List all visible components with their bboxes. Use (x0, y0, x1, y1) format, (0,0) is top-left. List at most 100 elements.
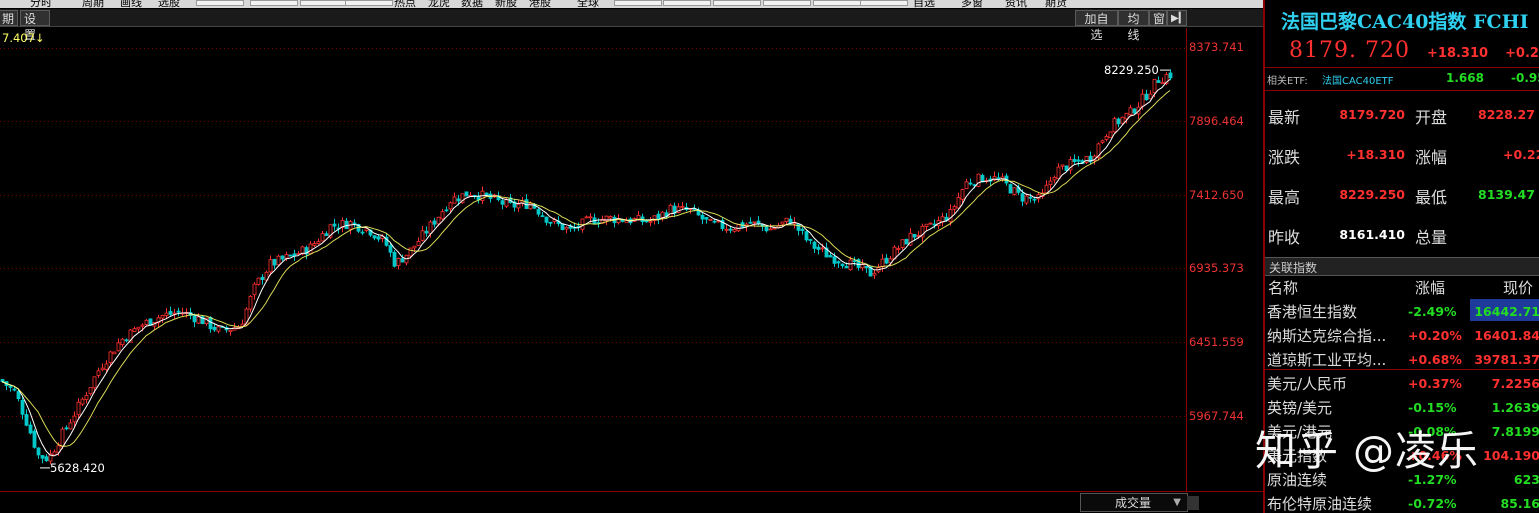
candle-body (608, 216, 613, 219)
candle-body (100, 367, 105, 371)
moving-average-button[interactable]: 均线 (1118, 10, 1149, 42)
candle-body (484, 192, 489, 196)
column-header-price[interactable]: 现价 (1503, 277, 1533, 298)
menu-item[interactable]: 资讯 (1005, 0, 1027, 8)
menu-item[interactable]: 热点 (394, 0, 416, 8)
candle-body (928, 222, 933, 225)
price-axis-label: 7412.650 (1189, 188, 1244, 202)
candle-body (120, 338, 125, 346)
column-header-pct[interactable]: 涨幅 (1415, 277, 1445, 298)
candle-body (272, 259, 277, 266)
menu-button[interactable] (860, 0, 908, 6)
menu-item[interactable]: 港股 (529, 0, 551, 8)
menu-item[interactable]: 多窗 (961, 0, 983, 8)
menu-item[interactable]: 期货 (1045, 0, 1067, 8)
menu-button[interactable] (614, 0, 662, 6)
menu-item[interactable]: 自选 (913, 0, 935, 8)
open-value: 8228.27 (1478, 107, 1535, 122)
candle-body (308, 243, 313, 255)
candle-body (332, 223, 337, 227)
menu-item[interactable]: 选股 (158, 0, 180, 8)
candle-body (1056, 166, 1061, 179)
candle-body (104, 363, 109, 370)
candle-body (800, 228, 805, 231)
candle-body (772, 227, 777, 230)
related-name[interactable]: 纳斯达克综合指... (1267, 325, 1407, 346)
candle-body (564, 226, 569, 230)
candle-body (216, 326, 221, 332)
candle-body (836, 261, 841, 264)
candle-body (952, 206, 957, 210)
related-price: 623 (1513, 472, 1539, 487)
candle-body (900, 239, 905, 248)
candle-body (880, 258, 885, 268)
divider (1265, 369, 1539, 370)
indicator-select[interactable]: 成交量 ▼ (1080, 493, 1188, 512)
candle-body (736, 224, 741, 232)
candle-body (72, 415, 77, 423)
related-change-percent: +0.20% (1408, 328, 1462, 343)
candle-body (112, 351, 117, 355)
candle-body (176, 310, 181, 313)
candle-body (712, 220, 717, 223)
candle-body (516, 203, 521, 209)
menu-item[interactable]: 龙虎 (428, 0, 450, 8)
related-name[interactable]: 英镑/美元 (1267, 397, 1407, 418)
menu-item[interactable]: 数据 (461, 0, 483, 8)
moving-average-line (1, 90, 1171, 447)
menu-button[interactable] (663, 0, 711, 6)
period-tab[interactable]: 期 (0, 10, 18, 26)
related-price: 104.190 (1483, 448, 1539, 463)
candlestick-chart[interactable]: 8229.250 5628.420 7.407↓ (0, 28, 1187, 491)
menu-item[interactable]: 新股 (495, 0, 517, 8)
candle-body (1048, 180, 1053, 186)
menu-button[interactable] (345, 0, 393, 6)
candle-body (16, 391, 21, 400)
candle-body (784, 217, 789, 223)
candle-body (20, 399, 25, 415)
related-change-percent: +0.68% (1408, 352, 1462, 367)
candle-body (584, 216, 589, 219)
menu-item[interactable]: 画线 (120, 0, 142, 8)
candle-body (96, 370, 101, 376)
menu-button[interactable] (300, 0, 348, 6)
candle-body (812, 241, 817, 249)
menu-button[interactable] (713, 0, 761, 6)
candle-body (136, 326, 141, 330)
candle-body (540, 215, 545, 218)
candle-body (132, 328, 137, 332)
related-name[interactable]: 美元/人民币 (1267, 373, 1407, 394)
open-label: 开盘 (1415, 108, 1448, 127)
related-name[interactable]: 布伦特原油连续 (1267, 493, 1407, 513)
menu-item[interactable]: 分时 (30, 0, 52, 8)
candle-body (832, 256, 837, 264)
column-header-name[interactable]: 名称 (1268, 277, 1298, 298)
etf-change: -0.95% (1511, 71, 1539, 85)
etf-link[interactable]: 法国CAC40ETF (1322, 72, 1394, 87)
menu-button[interactable] (813, 0, 861, 6)
related-name[interactable]: 道琼斯工业平均... (1267, 349, 1407, 370)
chart-toolbar: 期 设置 加自选 均线 窗 ▶▎ (0, 9, 1263, 42)
price-axis-label: 5967.744 (1189, 409, 1244, 423)
candle-body (116, 342, 121, 352)
candle-body (768, 228, 773, 231)
prev-close-label: 昨收 (1268, 228, 1301, 247)
menu-item[interactable]: 全球 (577, 0, 599, 8)
menu-button[interactable] (250, 0, 298, 6)
candle-body (804, 231, 809, 241)
add-watchlist-button[interactable]: 加自选 (1075, 10, 1118, 42)
settings-tab[interactable]: 设置 (20, 10, 50, 42)
candle-body (320, 233, 325, 242)
window-button[interactable]: 窗 (1149, 10, 1167, 26)
candle-body (84, 395, 89, 400)
candle-body (60, 428, 65, 447)
candle-body (968, 182, 973, 185)
menu-item[interactable]: 周期 (82, 0, 104, 8)
menu-button[interactable] (196, 0, 244, 6)
related-name[interactable]: 香港恒生指数 (1267, 301, 1407, 322)
chart-canvas[interactable]: 8229.250 5628.420 7.407↓ (0, 28, 1187, 491)
scrollbar[interactable] (1187, 496, 1199, 510)
play-icon[interactable]: ▶▎ (1167, 10, 1187, 26)
candle-body (352, 222, 357, 225)
menu-button[interactable] (763, 0, 811, 6)
